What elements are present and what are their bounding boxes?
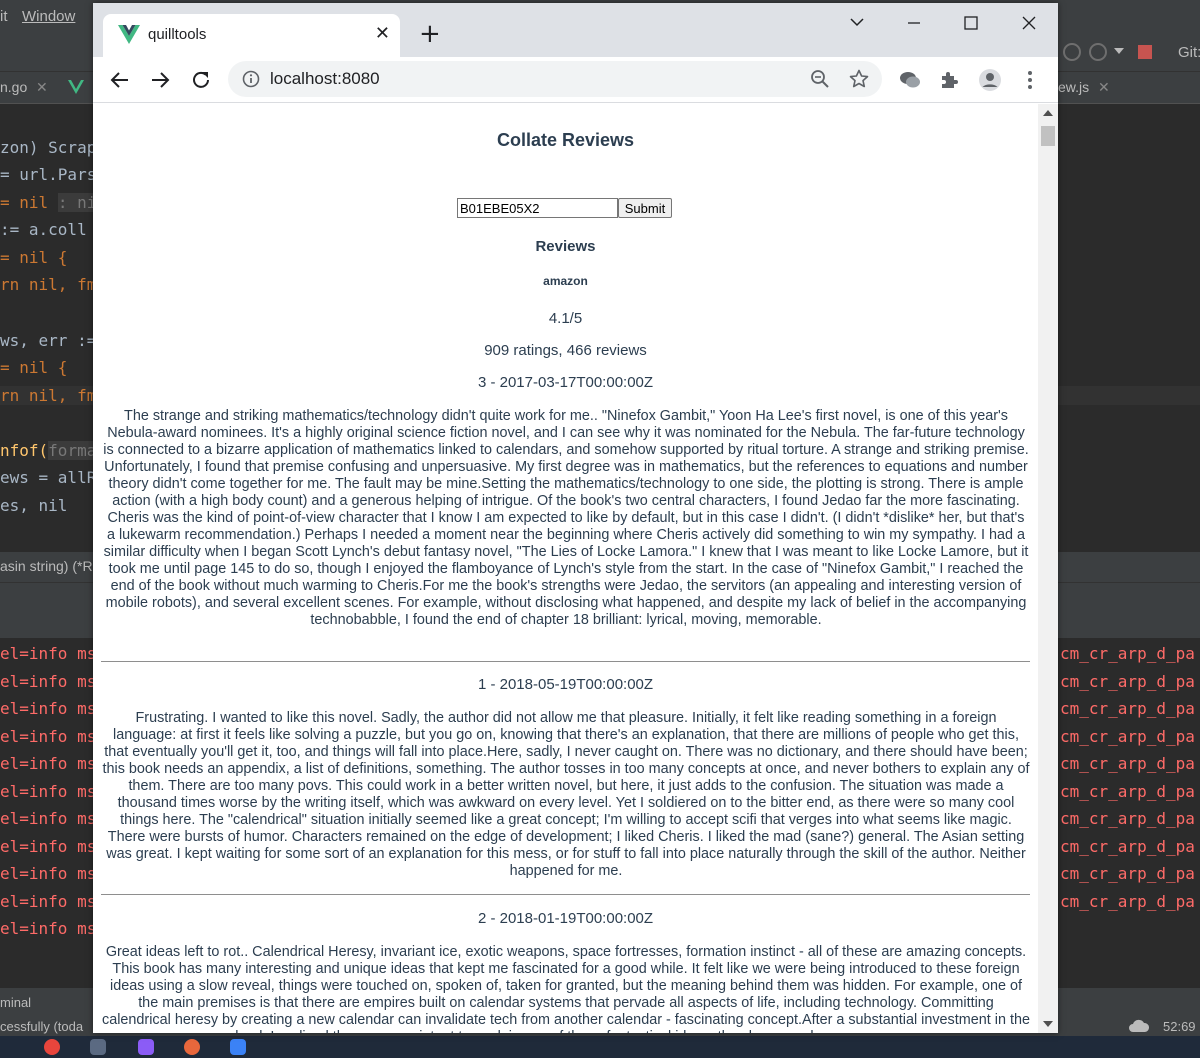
code-line: = nil : ni xyxy=(0,193,97,212)
chrome-taskbar-icon[interactable] xyxy=(44,1039,60,1055)
forward-icon[interactable] xyxy=(148,68,172,92)
log-line: cm_cr_arp_d_pa xyxy=(1060,782,1195,801)
log-line: cm_cr_arp_d_pa xyxy=(1060,754,1195,773)
clock: 52:69 xyxy=(1163,1019,1196,1034)
close-window-icon[interactable] xyxy=(1014,9,1044,37)
log-line: cm_cr_arp_d_pa xyxy=(1060,809,1195,828)
status-message: cessfully (toda xyxy=(0,1019,84,1034)
git-label[interactable]: Git: xyxy=(1178,44,1200,61)
log-line: el=info ms xyxy=(0,727,97,746)
new-tab-button[interactable]: + xyxy=(419,21,441,47)
app-taskbar-icon[interactable] xyxy=(230,1039,246,1055)
scrollbar-thumb[interactable] xyxy=(1041,126,1055,146)
review-text: The strange and striking mathematics/tec… xyxy=(103,408,1029,628)
code-line: := a.coll xyxy=(0,220,87,239)
extensions-puzzle-icon[interactable] xyxy=(938,68,962,92)
tab-title: quilltools xyxy=(148,26,207,43)
code-line: ws, err := xyxy=(0,331,97,350)
log-line: el=info ms xyxy=(0,782,97,801)
log-line: cm_cr_arp_d_pa xyxy=(1060,837,1195,856)
reviews-heading: Reviews xyxy=(535,238,596,255)
browser-navbar: localhost:8080 xyxy=(93,57,1058,103)
minimize-icon[interactable] xyxy=(899,9,929,37)
site-info-icon[interactable] xyxy=(242,70,260,88)
log-line: el=info ms xyxy=(0,837,97,856)
close-icon[interactable]: ✕ xyxy=(1098,79,1110,96)
app-taskbar-icon[interactable] xyxy=(90,1039,106,1055)
page-title: Collate Reviews xyxy=(496,130,635,150)
editor-tab-js-file[interactable]: ew.js xyxy=(1058,79,1089,95)
menu-item-window[interactable]: Window xyxy=(22,8,75,25)
profile-avatar-icon[interactable] xyxy=(978,68,1002,92)
code-line: nfof(forma xyxy=(0,441,97,460)
review-divider xyxy=(101,894,1030,895)
address-bar[interactable]: localhost:8080 xyxy=(228,61,882,97)
asin-form: Submit xyxy=(93,198,1038,220)
log-line: cm_cr_arp_d_pa xyxy=(1060,864,1195,883)
vue-logo-icon xyxy=(118,25,140,44)
close-icon[interactable]: ✕ xyxy=(36,79,48,96)
chevron-down-icon[interactable] xyxy=(1114,48,1124,56)
taskbar xyxy=(0,1036,1200,1058)
cloud-icon[interactable] xyxy=(1128,1018,1150,1034)
log-line: el=info ms xyxy=(0,919,97,938)
log-line: cm_cr_arp_d_pa xyxy=(1060,727,1195,746)
log-line: el=info ms xyxy=(0,864,97,883)
maximize-icon[interactable] xyxy=(956,9,986,37)
app-taskbar-icon[interactable] xyxy=(184,1039,200,1055)
review-divider xyxy=(101,661,1030,662)
review-header: 3 - 2017-03-17T00:00:00Z xyxy=(477,374,654,391)
zoom-icon[interactable] xyxy=(810,69,830,89)
scroll-up-icon[interactable] xyxy=(1043,110,1053,116)
review-header: 1 - 2018-05-19T00:00:00Z xyxy=(477,676,654,693)
submit-button[interactable]: Submit xyxy=(618,198,672,218)
log-line: cm_cr_arp_d_pa xyxy=(1060,699,1195,718)
code-line: zon) Scrap xyxy=(0,138,97,157)
vue-file-icon xyxy=(68,80,84,94)
log-line: el=info ms xyxy=(0,644,97,663)
log-line: el=info ms xyxy=(0,699,97,718)
code-line: = url.Pars xyxy=(0,165,97,184)
rating-counts: 909 ratings, 466 reviews xyxy=(484,342,647,359)
menu-item-edit[interactable]: it xyxy=(0,8,8,25)
browser-tab[interactable]: quilltools ✕ xyxy=(103,14,400,57)
log-line: el=info ms xyxy=(0,892,97,911)
log-line: el=info ms xyxy=(0,672,97,691)
close-icon[interactable]: ✕ xyxy=(375,23,390,45)
log-line: el=info ms xyxy=(0,754,97,773)
chat-extension-icon[interactable] xyxy=(898,68,922,92)
code-line: es, nil xyxy=(0,496,68,515)
log-line: el=info ms xyxy=(0,809,97,828)
code-line: = nil { xyxy=(0,248,68,267)
browser-window: quilltools ✕ + localhost:8080 Collate Re… xyxy=(93,3,1058,1033)
editor-tab-go-file[interactable]: n.go xyxy=(0,79,27,95)
review-text: Frustrating. I wanted to like this novel… xyxy=(102,710,1030,879)
page-scrollbar[interactable] xyxy=(1038,104,1058,1033)
back-icon[interactable] xyxy=(108,68,132,92)
url-text[interactable]: localhost:8080 xyxy=(270,69,380,89)
reload-icon[interactable] xyxy=(189,68,213,92)
asin-input[interactable] xyxy=(457,198,618,218)
tab-search-icon[interactable] xyxy=(842,9,872,37)
log-line: cm_cr_arp_d_pa xyxy=(1060,644,1195,663)
log-line: cm_cr_arp_d_pa xyxy=(1060,672,1195,691)
code-line: = nil { xyxy=(0,358,68,377)
bookmark-star-icon[interactable] xyxy=(849,69,869,89)
stop-icon[interactable] xyxy=(1138,45,1152,59)
page-viewport[interactable]: Collate Reviews Submit Reviews amazon 4.… xyxy=(93,104,1058,1033)
log-line: cm_cr_arp_d_pa xyxy=(1060,892,1195,911)
menu-kebab-icon[interactable] xyxy=(1018,68,1042,92)
scroll-down-icon[interactable] xyxy=(1043,1021,1053,1027)
code-line: ews = allR xyxy=(0,468,97,487)
app-taskbar-icon[interactable] xyxy=(138,1039,154,1055)
source-heading: amazon xyxy=(543,274,588,288)
average-rating: 4.1/5 xyxy=(548,310,583,327)
code-line: rn nil, fm xyxy=(0,275,97,294)
run-icon[interactable] xyxy=(1062,42,1082,62)
browser-tabstrip: quilltools ✕ + xyxy=(93,3,1058,57)
review-header: 2 - 2018-01-19T00:00:00Z xyxy=(477,910,654,927)
review-text: Great ideas left to rot.. Calendrical He… xyxy=(102,944,1030,1033)
debug-icon[interactable] xyxy=(1088,42,1108,62)
terminal-tab[interactable]: minal xyxy=(0,995,31,1010)
